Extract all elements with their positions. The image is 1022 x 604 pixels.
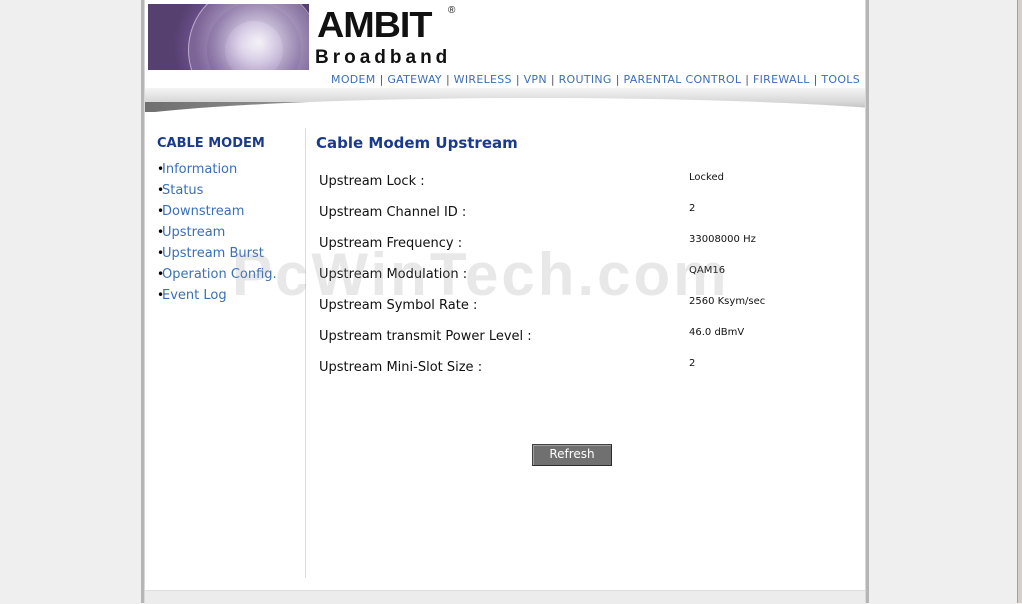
info-row-frequency: Upstream Frequency : 33008000 Hz [319, 234, 859, 267]
row-value: 46.0 dBmV [689, 327, 745, 338]
row-label: Upstream Lock : [319, 174, 425, 189]
top-navigation: MODEM | GATEWAY | WIRELESS | VPN | ROUTING | PAREN… [145, 72, 865, 88]
sidebar-item-upstream-burst: •Upstream Burst [157, 246, 277, 267]
sidebar-item-upstream: •Upstream [157, 225, 277, 246]
nav-modem[interactable]: MODEM [331, 73, 376, 86]
sidebar-item-downstream: •Downstream [157, 204, 277, 225]
row-label: Upstream Mini-Slot Size : [319, 360, 483, 375]
logo-broadband-text: Broadband [315, 47, 452, 68]
nav-separator: | [550, 73, 555, 86]
window-edge [1017, 0, 1022, 603]
row-value: 2 [689, 358, 696, 369]
row-value: 2560 Ksym/sec [689, 296, 766, 307]
info-row-lock: Upstream Lock : Locked [319, 172, 859, 205]
row-value: QAM16 [689, 265, 726, 276]
main-content: Cable Modem Upstream Upstream Lock : Loc… [306, 128, 865, 588]
nav-wireless[interactable]: WIRELESS [454, 73, 512, 86]
sidebar-link-operation-config[interactable]: Operation Config. [162, 267, 277, 282]
ambit-logo: AMBIT ® Broadband [313, 4, 463, 70]
nav-separator: | [445, 73, 450, 86]
info-row-power-level: Upstream transmit Power Level : 46.0 dBm… [319, 327, 859, 360]
row-value: 2 [689, 203, 696, 214]
sidebar-link-event-log[interactable]: Event Log [162, 288, 227, 303]
sidebar-item-event-log: •Event Log [157, 288, 277, 309]
nav-gateway[interactable]: GATEWAY [387, 73, 442, 86]
nav-separator: | [745, 73, 749, 86]
nav-separator: | [813, 73, 818, 86]
row-value: Locked [689, 172, 724, 183]
row-label: Upstream Channel ID : [319, 205, 467, 220]
row-label: Upstream Symbol Rate : [319, 298, 478, 313]
info-row-mini-slot: Upstream Mini-Slot Size : 2 [319, 358, 859, 391]
logo-registered-mark: ® [448, 5, 456, 16]
upstream-info-table: Upstream Lock : Locked Upstream Channel … [319, 172, 859, 391]
row-label: Upstream Frequency : [319, 236, 463, 251]
sidebar-link-status[interactable]: Status [162, 183, 203, 198]
info-row-modulation: Upstream Modulation : QAM16 [319, 265, 859, 298]
nav-routing[interactable]: ROUTING [559, 73, 612, 86]
info-row-symbol-rate: Upstream Symbol Rate : 2560 Ksym/sec [319, 296, 859, 329]
nav-tools[interactable]: TOOLS [821, 73, 860, 86]
header-swoosh-divider [145, 88, 865, 120]
sidebar-item-operation-config: •Operation Config. [157, 267, 277, 288]
globe-grid [188, 4, 309, 70]
right-background [869, 0, 1022, 603]
row-label: Upstream transmit Power Level : [319, 329, 532, 344]
nav-vpn[interactable]: VPN [524, 73, 547, 86]
nav-separator: | [615, 73, 620, 86]
router-page: AMBIT ® Broadband MODEM | GATEWAY | WIRELESS… [145, 0, 865, 604]
sidebar-link-downstream[interactable]: Downstream [162, 204, 244, 219]
sidebar-link-upstream-burst[interactable]: Upstream Burst [162, 246, 264, 261]
sidebar-item-information: •Information [157, 162, 277, 183]
row-label: Upstream Modulation : [319, 267, 468, 282]
sidebar-link-upstream[interactable]: Upstream [162, 225, 225, 240]
sidebar-item-status: •Status [157, 183, 277, 204]
sidebar-menu: •Information •Status •Downstream •Upstre… [157, 162, 277, 309]
row-value: 33008000 Hz [689, 234, 756, 245]
sidebar-link-information[interactable]: Information [162, 162, 237, 177]
globe-banner-image [148, 4, 309, 70]
refresh-button[interactable]: Refresh [532, 444, 612, 466]
page-title: Cable Modem Upstream [316, 134, 518, 152]
nav-separator: | [515, 73, 520, 86]
sidebar: CABLE MODEM •Information •Status •Downst… [145, 128, 306, 578]
nav-parental-control[interactable]: PARENTAL CONTROL [623, 73, 741, 86]
logo-ambit-text: AMBIT [317, 4, 432, 45]
sidebar-title: CABLE MODEM [157, 136, 265, 151]
nav-separator: | [379, 73, 384, 86]
left-background [0, 0, 141, 603]
page-footer-strip [145, 590, 865, 604]
nav-firewall[interactable]: FIREWALL [753, 73, 810, 86]
info-row-channel-id: Upstream Channel ID : 2 [319, 203, 859, 236]
